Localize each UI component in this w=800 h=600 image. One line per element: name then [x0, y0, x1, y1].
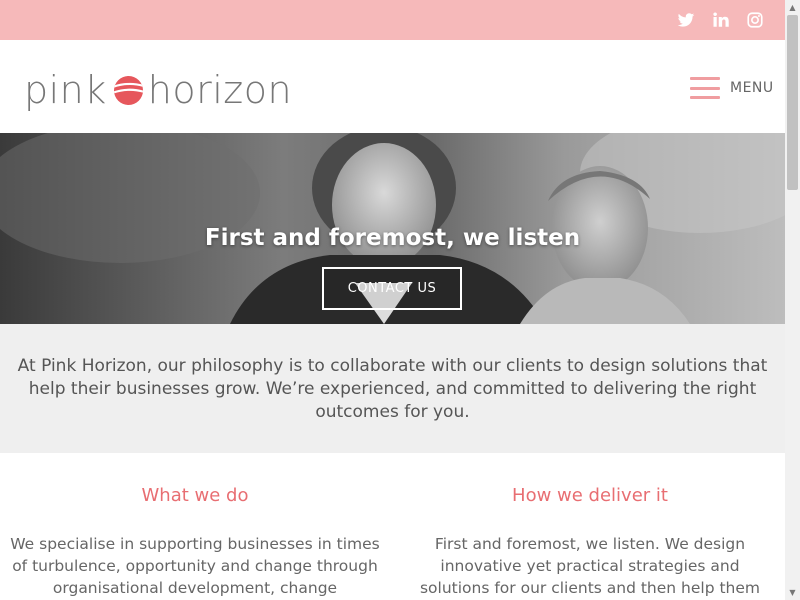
site-header: pink horizon MENU: [0, 40, 785, 133]
twitter-icon[interactable]: [676, 10, 696, 30]
intro-text: At Pink Horizon, our philosophy is to co…: [17, 356, 768, 422]
instagram-icon[interactable]: [745, 10, 765, 30]
site-logo[interactable]: pink horizon: [24, 66, 292, 114]
logo-text-pink: pink: [24, 68, 107, 112]
horizon-logo-icon: [113, 75, 143, 105]
logo-text-horizon: horizon: [147, 68, 293, 112]
scroll-up-arrow-icon[interactable]: ▲: [785, 0, 800, 15]
social-topbar: [0, 0, 785, 40]
what-we-do-section: What we do We specialise in supporting b…: [0, 453, 390, 600]
hero-banner: First and foremost, we listen CONTACT US: [0, 133, 785, 324]
hamburger-icon: [690, 77, 720, 99]
page: pink horizon MENU First and foremost, we…: [0, 0, 785, 600]
how-we-deliver-text: First and foremost, we listen. We design…: [419, 535, 761, 597]
what-we-do-title: What we do: [141, 485, 249, 506]
contact-us-button[interactable]: CONTACT US: [322, 267, 462, 310]
what-we-do-text: We specialise in supporting businesses i…: [10, 535, 380, 597]
hero-title: First and foremost, we listen: [204, 225, 581, 251]
how-we-deliver-title: How we deliver it: [512, 485, 668, 506]
menu-button[interactable]: MENU: [690, 75, 774, 101]
intro-section: At Pink Horizon, our philosophy is to co…: [0, 324, 785, 453]
scroll-down-arrow-icon[interactable]: ▼: [785, 585, 800, 600]
vertical-scrollbar[interactable]: ▲ ▼: [785, 0, 800, 600]
scrollbar-thumb[interactable]: [787, 15, 798, 190]
menu-label: MENU: [730, 80, 774, 96]
how-we-deliver-section: How we deliver it First and foremost, we…: [395, 453, 785, 600]
linkedin-icon[interactable]: [711, 10, 731, 30]
